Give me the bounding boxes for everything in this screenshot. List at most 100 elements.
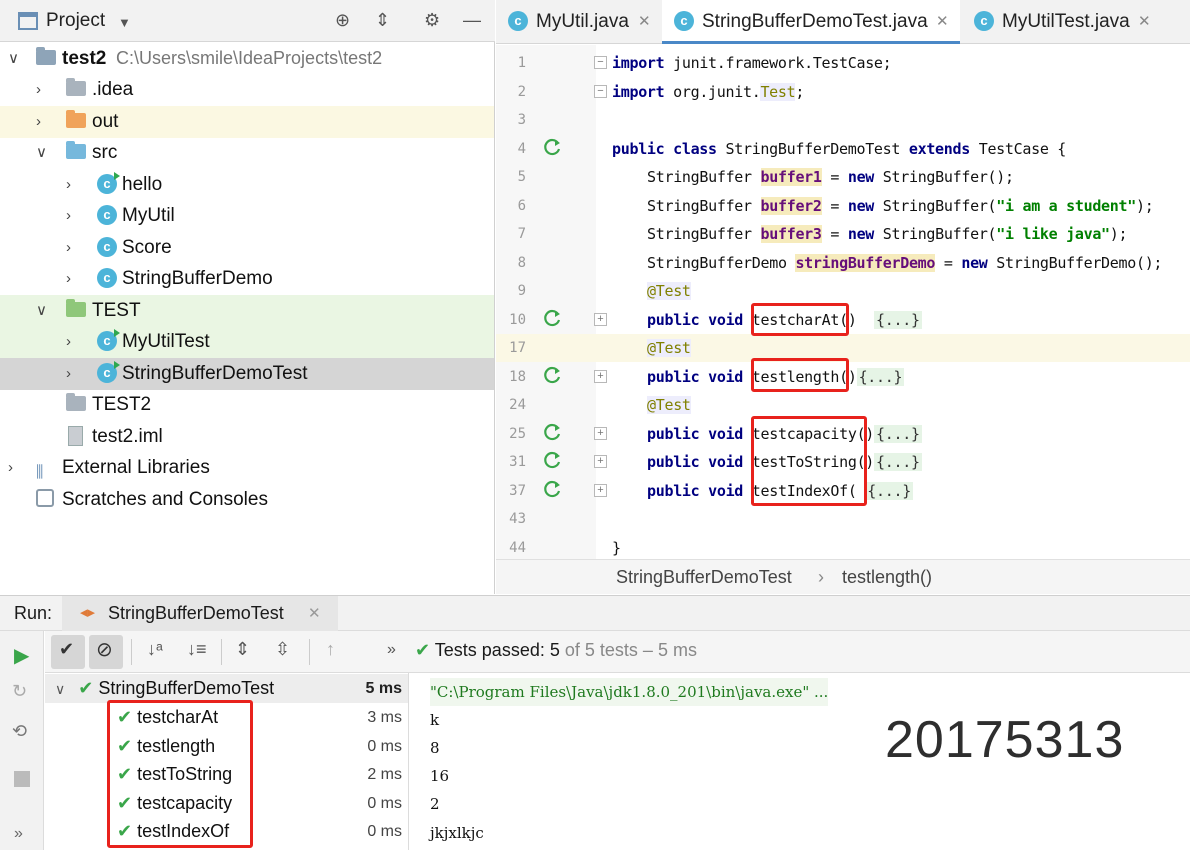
code-line-9[interactable]: @Test	[647, 277, 691, 305]
chevron-right-icon[interactable]: ›	[66, 232, 71, 263]
tree-item-idea[interactable]: › .idea	[0, 74, 494, 106]
chevron-down-icon[interactable]: ∨	[36, 295, 47, 326]
tree-item-hello[interactable]: › c hello	[0, 169, 494, 201]
close-icon[interactable]: ✕	[638, 0, 651, 44]
tree-item-label: MyUtil	[122, 205, 175, 226]
hide-icon[interactable]: —	[463, 10, 481, 31]
show-passed-icon[interactable]: ✔	[59, 639, 74, 660]
code-line-8[interactable]: StringBufferDemo stringBufferDemo = new …	[647, 249, 1162, 277]
expand-fold-icon[interactable]: +	[594, 370, 607, 383]
tree-item-test2-folder[interactable]: TEST2	[0, 389, 494, 421]
tree-item-stringbufferdemo[interactable]: › c StringBufferDemo	[0, 263, 494, 295]
tab-myutil-java[interactable]: c MyUtil.java ✕	[496, 0, 661, 44]
run-test-icon[interactable]	[543, 308, 563, 328]
tree-item-stringbufferdemotest[interactable]: › c StringBufferDemoTest	[0, 358, 494, 390]
tree-item-scratches[interactable]: Scratches and Consoles	[0, 484, 494, 516]
code-line-17[interactable]: @Test	[647, 334, 691, 362]
tree-item-test2[interactable]: ∨ test2 C:\Users\smile\IdeaProjects\test…	[0, 43, 494, 75]
more-icon[interactable]: »	[14, 825, 23, 843]
fold-marker[interactable]: −	[594, 56, 607, 69]
breadcrumb-class[interactable]: StringBufferDemoTest	[616, 560, 792, 594]
chevron-down-icon[interactable]: ▼	[118, 15, 131, 30]
stop-icon[interactable]	[14, 771, 30, 787]
breadcrumb-method[interactable]: testlength()	[842, 560, 932, 594]
chevron-right-icon[interactable]: ›	[36, 74, 41, 105]
tree-item-src[interactable]: ∨ src	[0, 137, 494, 169]
run-test-icon[interactable]	[543, 450, 563, 470]
code-line-4[interactable]: public class StringBufferDemoTest extend…	[612, 135, 1066, 163]
run-test-icon[interactable]	[543, 137, 563, 157]
tree-item-out[interactable]: › out	[0, 106, 494, 138]
collapse-all-icon[interactable]: ⇳	[275, 639, 290, 660]
tree-item-external-libraries[interactable]: › ⫼ External Libraries	[0, 452, 494, 484]
show-ignored-icon[interactable]: ⊘	[96, 637, 113, 662]
sort-by-duration-icon[interactable]: ↓≡	[187, 639, 207, 660]
tree-item-score[interactable]: › c Score	[0, 232, 494, 264]
run-tool-window-header: Run: ◂▸ StringBufferDemoTest ✕	[0, 595, 1190, 631]
code-line-7[interactable]: StringBuffer buffer3 = new StringBuffer(…	[647, 220, 1128, 248]
rerun-failed-icon[interactable]: ↻	[12, 681, 27, 702]
tab-myutiltest-java[interactable]: c MyUtilTest.java ✕	[962, 0, 1162, 44]
tree-item-label: External Libraries	[62, 457, 210, 478]
expand-fold-icon[interactable]: +	[594, 313, 607, 326]
collapse-all-icon[interactable]: ⇕	[375, 10, 390, 31]
previous-failed-icon[interactable]: ↑	[326, 639, 335, 660]
close-icon[interactable]: ✕	[1138, 0, 1151, 44]
project-title[interactable]: Project	[46, 10, 105, 32]
code-line-5[interactable]: StringBuffer buffer1 = new StringBuffer(…	[647, 163, 1014, 191]
code-line-44[interactable]: }	[612, 534, 621, 562]
expand-all-icon[interactable]: ⇕	[235, 639, 250, 660]
chevron-right-icon[interactable]: ›	[8, 452, 13, 483]
editor-tab-bar: c MyUtil.java ✕ c StringBufferDemoTest.j…	[496, 0, 1190, 44]
test-duration: 3 ms	[367, 709, 402, 726]
expand-fold-icon[interactable]: +	[594, 427, 607, 440]
gear-icon[interactable]: ⚙	[424, 10, 440, 31]
code-line-1[interactable]: import junit.framework.TestCase;	[612, 49, 892, 77]
class-icon: c	[97, 237, 117, 257]
chevron-right-icon[interactable]: ›	[36, 106, 41, 137]
more-icon[interactable]: »	[387, 641, 396, 659]
chevron-right-icon[interactable]: ›	[66, 263, 71, 294]
run-tab[interactable]: ◂▸ StringBufferDemoTest ✕	[62, 596, 338, 631]
expand-fold-icon[interactable]: +	[594, 455, 607, 468]
chevron-right-icon[interactable]: ›	[66, 358, 71, 389]
chevron-down-icon[interactable]: ∨	[55, 681, 65, 697]
tree-item-test2-iml[interactable]: test2.iml	[0, 421, 494, 453]
tab-stringbufferdemotest-java[interactable]: c StringBufferDemoTest.java ✕	[662, 0, 960, 44]
test-suite-row[interactable]: ∨ ✔ StringBufferDemoTest 5 ms	[45, 674, 408, 703]
test-results-tree: ∨ ✔ StringBufferDemoTest 5 ms ✔ testchar…	[45, 673, 409, 850]
code-line-6[interactable]: StringBuffer buffer2 = new StringBuffer(…	[647, 192, 1154, 220]
module-folder-icon	[36, 47, 56, 65]
close-icon[interactable]: ✕	[308, 604, 321, 622]
tree-item-test[interactable]: ∨ TEST	[0, 295, 494, 327]
test-duration: 0 ms	[367, 823, 402, 840]
run-config-icon: ◂▸	[80, 604, 96, 621]
tree-item-label: .idea	[92, 79, 134, 100]
run-test-icon[interactable]	[543, 479, 563, 499]
tab-label: StringBufferDemoTest.java	[702, 11, 928, 32]
rerun-icon[interactable]: ▶	[14, 643, 29, 668]
tree-item-myutiltest[interactable]: › c MyUtilTest	[0, 326, 494, 358]
sort-alphabetically-icon[interactable]: ↓ᵃ	[147, 639, 163, 660]
student-id-watermark: 20175313	[885, 711, 1125, 769]
tree-item-myutil[interactable]: › c MyUtil	[0, 200, 494, 232]
fold-marker[interactable]: −	[594, 85, 607, 98]
run-test-icon[interactable]	[543, 422, 563, 442]
chevron-right-icon[interactable]: ›	[66, 169, 71, 200]
class-icon: c	[508, 11, 528, 31]
code-line-24[interactable]: @Test	[647, 391, 691, 419]
test-duration: 0 ms	[367, 795, 402, 812]
chevron-down-icon[interactable]: ∨	[8, 43, 19, 74]
close-icon[interactable]: ✕	[936, 0, 949, 44]
chevron-right-icon[interactable]: ›	[66, 200, 71, 231]
class-icon: c	[97, 172, 120, 194]
expand-fold-icon[interactable]: +	[594, 484, 607, 497]
locate-icon[interactable]: ⊕	[335, 10, 350, 31]
run-test-icon[interactable]	[543, 365, 563, 385]
line-number: 4	[517, 141, 526, 157]
chevron-down-icon[interactable]: ∨	[36, 137, 47, 168]
toggle-auto-test-icon[interactable]: ⟲	[12, 721, 27, 742]
chevron-right-icon[interactable]: ›	[66, 326, 71, 357]
highlight-box	[751, 303, 849, 336]
code-line-2[interactable]: import org.junit.Test;	[612, 78, 804, 106]
